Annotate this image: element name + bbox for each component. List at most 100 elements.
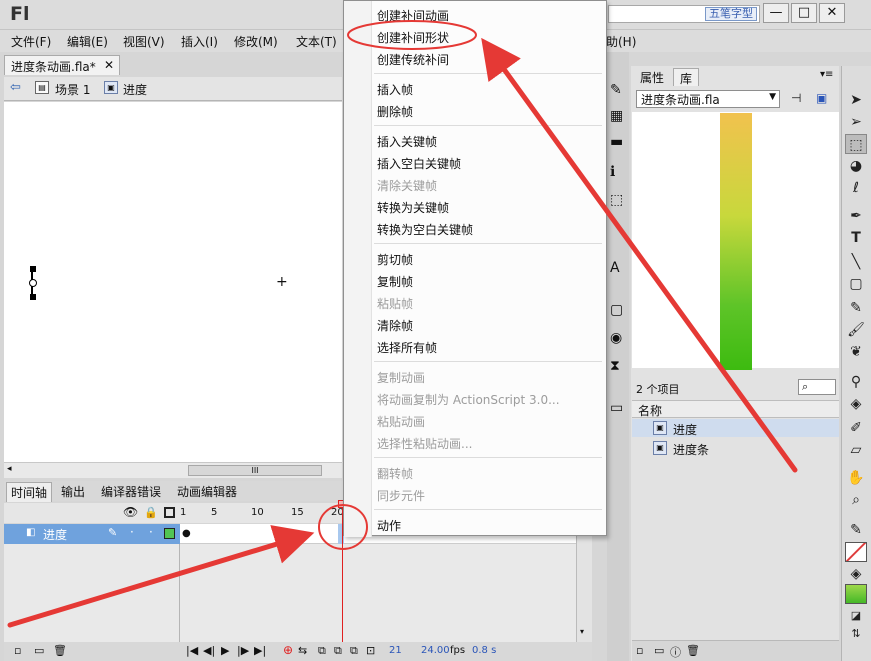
menu-view[interactable]: 视图(V): [123, 33, 165, 50]
new-library-icon[interactable]: ▣: [816, 91, 827, 105]
menu-item-convert-to-keyframes[interactable]: 转换为关键帧: [377, 199, 449, 216]
selection-tool-icon[interactable]: ➤: [845, 90, 867, 110]
column-name[interactable]: 名称: [638, 402, 662, 419]
swap-colors-icon[interactable]: ⇅: [845, 624, 867, 644]
menu-modify[interactable]: 修改(M): [234, 33, 278, 50]
next-frame-icon[interactable]: |▶: [237, 644, 249, 657]
menu-item-clear-frames[interactable]: 清除帧: [377, 317, 413, 334]
keyframe-dot[interactable]: ●: [182, 528, 191, 539]
timeline-vscroll[interactable]: ▾: [576, 524, 592, 642]
close-button[interactable]: ✕: [819, 3, 845, 23]
library-search-input[interactable]: ⌕: [798, 379, 836, 395]
tab-compiler-errors[interactable]: 编译器错误: [101, 483, 161, 500]
menu-item-select-all-frames[interactable]: 选择所有帧: [377, 339, 437, 356]
tab-output[interactable]: 输出: [61, 483, 85, 500]
menu-item-copy-frames[interactable]: 复制帧: [377, 273, 413, 290]
onion-outline-icon[interactable]: ⧉: [334, 644, 342, 658]
info-icon[interactable]: ℹ: [610, 164, 615, 180]
menu-item-create-classic-tween[interactable]: 创建传统补间: [377, 51, 449, 68]
lock-dot[interactable]: ·: [149, 525, 153, 539]
maximize-button[interactable]: □: [791, 3, 817, 23]
menu-insert[interactable]: 插入(I): [181, 33, 218, 50]
library-document-select[interactable]: 进度条动画.fla ▼: [636, 90, 780, 108]
trash-icon[interactable]: 🗑: [686, 644, 700, 657]
tab-properties[interactable]: 属性: [634, 68, 670, 86]
library-item[interactable]: 进度条: [673, 441, 709, 458]
menu-item-actions[interactable]: 动作: [377, 517, 401, 534]
eraser-tool-icon[interactable]: ▱: [845, 440, 867, 460]
tab-timeline[interactable]: 时间轴: [6, 482, 53, 502]
bone-tool-icon[interactable]: ⚲: [845, 372, 867, 392]
deco-tool-icon[interactable]: ❦: [845, 342, 867, 362]
menu-item-create-motion-tween[interactable]: 创建补间动画: [377, 7, 449, 24]
menu-item-create-shape-tween[interactable]: 创建补间形状: [377, 29, 449, 46]
fill-swatch[interactable]: [845, 584, 867, 604]
components-icon[interactable]: ▢: [610, 302, 623, 318]
fill-color-icon[interactable]: ◈: [845, 564, 867, 584]
folder-icon[interactable]: ▭: [610, 400, 623, 416]
trash-icon[interactable]: 🗑: [53, 644, 67, 657]
last-frame-icon[interactable]: ▶|: [254, 644, 266, 657]
history-icon[interactable]: ⧗: [610, 358, 620, 374]
eyedropper-tool-icon[interactable]: ✐: [845, 418, 867, 438]
menu-item-convert-to-blank-keyframes[interactable]: 转换为空白关键帧: [377, 221, 473, 238]
layer-row[interactable]: ◧ 进度 ✎ · ·: [4, 524, 180, 544]
close-icon[interactable]: ✕: [104, 58, 114, 72]
onion-markers-icon[interactable]: ⊡: [366, 644, 375, 657]
free-transform-tool-icon[interactable]: ⬚: [845, 134, 867, 154]
onion-skin-icon[interactable]: ⧉: [318, 644, 326, 658]
text-icon[interactable]: A: [610, 260, 620, 276]
stroke-color-icon[interactable]: ✎: [845, 520, 867, 540]
panel-menu-icon[interactable]: ▾≡: [820, 69, 833, 80]
new-layer-icon[interactable]: ▫: [14, 644, 21, 657]
minimize-button[interactable]: —: [763, 3, 789, 23]
paint-bucket-tool-icon[interactable]: ◈: [845, 394, 867, 414]
frame-rate[interactable]: 24.00: [421, 645, 450, 656]
menu-item-remove-frames[interactable]: 删除帧: [377, 103, 413, 120]
menu-text[interactable]: 文本(T): [296, 33, 337, 50]
zoom-tool-icon[interactable]: ⌕: [845, 490, 867, 510]
loop-icon[interactable]: ⇆: [298, 644, 307, 657]
stroke-swatch[interactable]: [845, 542, 867, 562]
transform-icon[interactable]: ⬚: [610, 192, 623, 208]
outline-icon[interactable]: [164, 507, 175, 518]
line-tool-icon[interactable]: ╲: [845, 252, 867, 272]
lock-icon[interactable]: 🔒: [144, 506, 158, 519]
menu-item-insert-keyframe[interactable]: 插入关键帧: [377, 133, 437, 150]
document-tab[interactable]: 进度条动画.fla* ✕: [4, 55, 120, 75]
search-input[interactable]: 五笔字型: [608, 5, 760, 23]
swatch-icon[interactable]: ✎: [610, 82, 622, 98]
scroll-down-icon[interactable]: ▾: [580, 627, 584, 636]
new-folder-icon[interactable]: ▭: [34, 644, 44, 657]
scene-label[interactable]: 场景 1: [55, 81, 90, 98]
current-frame[interactable]: 21: [389, 645, 402, 656]
brush-tool-icon[interactable]: 🖌: [845, 320, 867, 340]
back-arrow-icon[interactable]: ⇦: [10, 80, 21, 95]
new-folder-icon[interactable]: ▭: [654, 644, 664, 657]
stage[interactable]: +: [4, 102, 342, 462]
layer-color-swatch[interactable]: [164, 528, 175, 539]
scroll-thumb[interactable]: III: [188, 465, 322, 476]
center-frame-icon[interactable]: ⊕: [283, 643, 293, 657]
lasso-tool-icon[interactable]: ℓ: [845, 178, 867, 198]
prev-frame-icon[interactable]: ◀|: [203, 644, 215, 657]
align-icon[interactable]: ▬: [610, 134, 623, 150]
play-icon[interactable]: ▶: [221, 644, 229, 657]
text-tool-icon[interactable]: T: [845, 228, 867, 248]
black-white-icon[interactable]: ◪: [845, 606, 867, 626]
horizontal-scrollbar[interactable]: ◂ III: [4, 462, 342, 478]
grid-icon[interactable]: ▦: [610, 108, 623, 124]
pen-tool-icon[interactable]: ✒: [845, 206, 867, 226]
menu-item-cut-frames[interactable]: 剪切帧: [377, 251, 413, 268]
pin-icon[interactable]: ⊣: [791, 91, 801, 105]
tab-motion-editor[interactable]: 动画编辑器: [177, 483, 237, 500]
visibility-dot[interactable]: ·: [130, 525, 134, 539]
tab-library[interactable]: 库: [673, 68, 700, 86]
presets-icon[interactable]: ◉: [610, 330, 622, 346]
new-symbol-icon[interactable]: ▫: [636, 644, 643, 657]
library-item[interactable]: 进度: [673, 421, 697, 438]
symbol-label[interactable]: 进度: [123, 81, 147, 98]
menu-help[interactable]: 助(H): [606, 33, 636, 50]
menu-item-insert-frame[interactable]: 插入帧: [377, 81, 413, 98]
3d-rotation-tool-icon[interactable]: ◕: [845, 156, 867, 176]
